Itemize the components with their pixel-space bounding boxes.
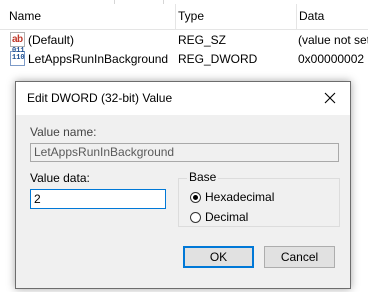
base-group-title: Base — [187, 170, 219, 184]
edit-dword-dialog: Edit DWORD (32-bit) Value Value name: Le… — [15, 81, 351, 289]
list-row-letappsruninbackground[interactable]: 011 110 LetAppsRunInBackground REG_DWORD … — [0, 47, 368, 69]
column-header-name[interactable]: Name — [0, 4, 176, 29]
row-data: 0x00000002 (2) — [298, 52, 368, 66]
value-name-label: Value name: — [30, 125, 97, 139]
ok-button[interactable]: OK — [183, 246, 254, 268]
row-type: REG_DWORD — [178, 52, 258, 66]
string-value-icon: ab — [10, 32, 25, 47]
value-data-input[interactable] — [30, 189, 166, 209]
radio-hexadecimal[interactable]: Hexadecimal — [190, 189, 274, 205]
radio-decimal[interactable]: Decimal — [190, 209, 248, 225]
close-button[interactable] — [310, 82, 350, 115]
value-data-label: Value data: — [30, 171, 90, 185]
list-header: Name Type Data — [0, 4, 368, 30]
column-header-type[interactable]: Type — [176, 4, 297, 29]
cancel-button[interactable]: Cancel — [264, 246, 335, 268]
column-header-data[interactable]: Data — [297, 4, 368, 29]
radio-hexadecimal-label: Hexadecimal — [205, 190, 275, 204]
binary-value-icon-glyph: 011 110 — [12, 47, 25, 62]
row-data: (value not set) — [298, 33, 368, 47]
radio-unselected-icon[interactable] — [190, 211, 201, 223]
list-row-default[interactable]: ab (Default) REG_SZ (value not set) — [0, 30, 368, 50]
binary-value-icon: 011 110 — [10, 47, 25, 66]
row-name: (Default) — [28, 33, 75, 47]
dialog-titlebar[interactable]: Edit DWORD (32-bit) Value — [16, 82, 350, 115]
radio-decimal-label: Decimal — [205, 210, 249, 224]
radio-selected-icon[interactable] — [190, 191, 201, 203]
close-icon — [324, 92, 336, 104]
row-type: REG_SZ — [178, 33, 227, 47]
row-name: LetAppsRunInBackground — [28, 52, 169, 66]
dialog-title: Edit DWORD (32-bit) Value — [27, 91, 173, 105]
value-name-field: LetAppsRunInBackground — [30, 143, 339, 162]
